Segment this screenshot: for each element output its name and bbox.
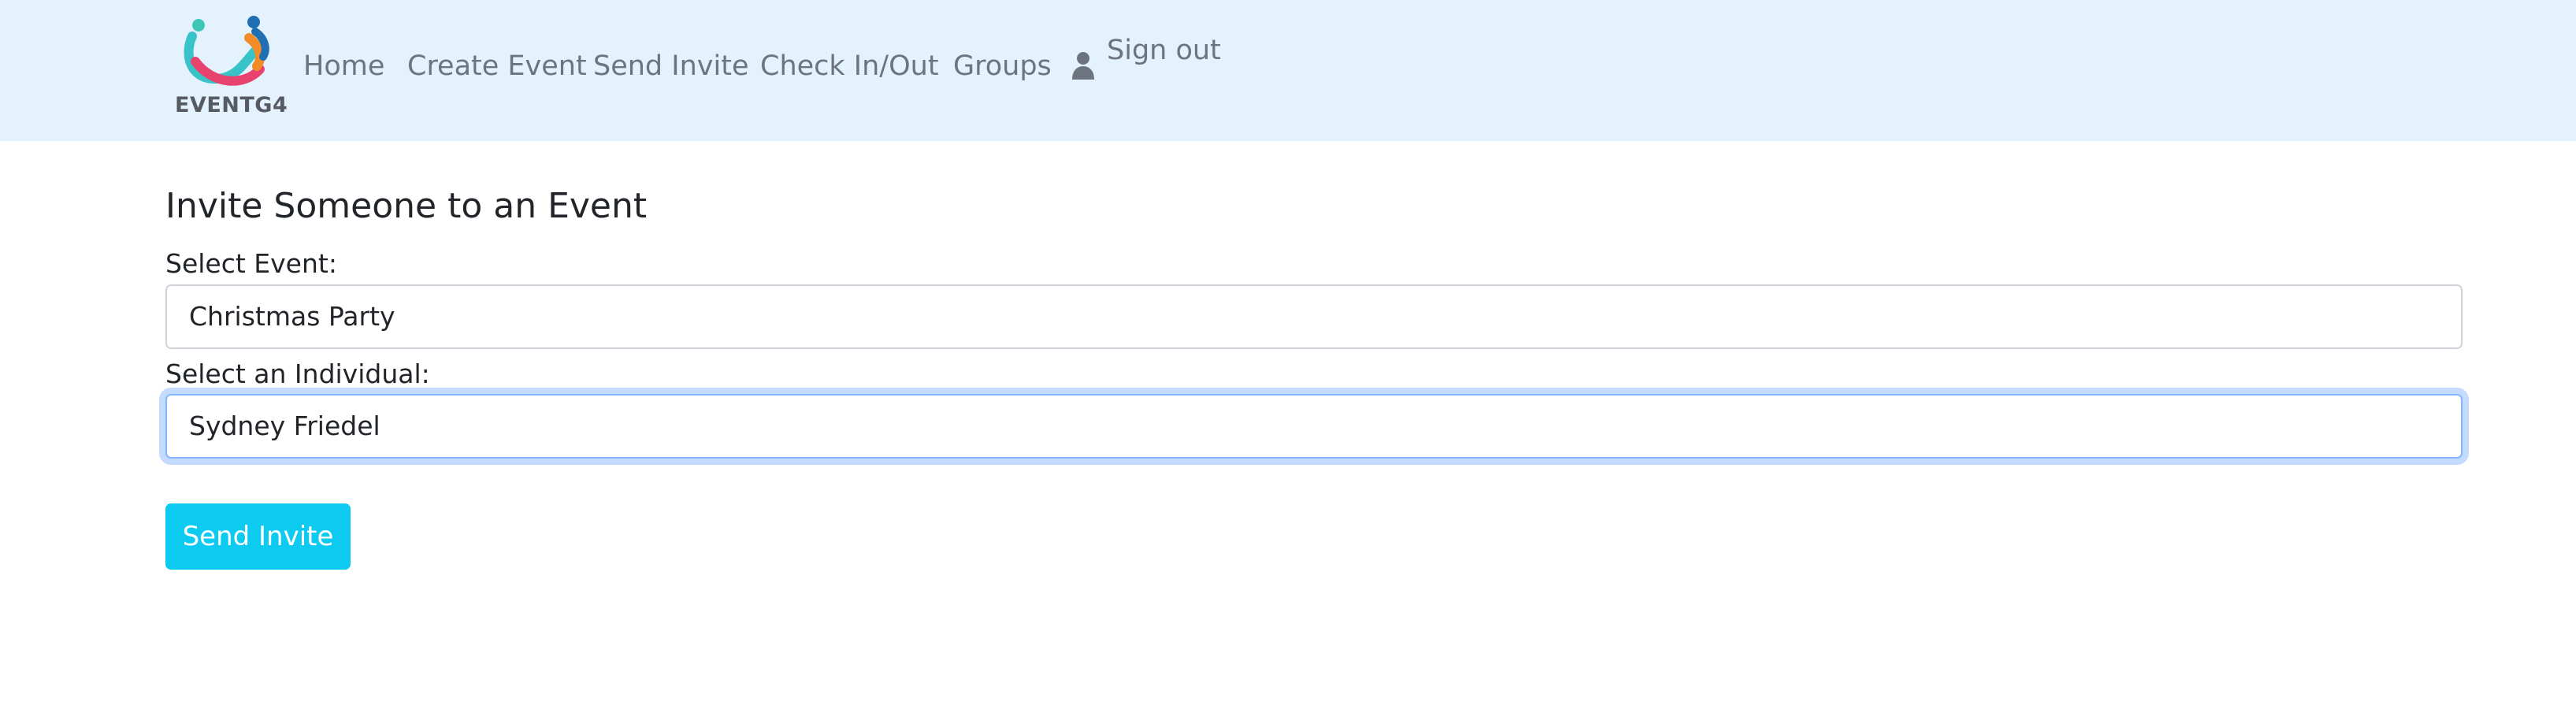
select-individual-field[interactable]: Sydney Friedel: [165, 394, 2463, 459]
nav-item-send-invite[interactable]: Send Invite: [593, 49, 748, 84]
send-invite-button[interactable]: Send Invite: [165, 503, 351, 570]
sign-out-link[interactable]: Sign out: [1107, 33, 1221, 68]
select-event-field[interactable]: Christmas Party: [165, 284, 2463, 349]
user-icon: [1072, 52, 1094, 80]
nav-item-groups[interactable]: Groups: [953, 49, 1052, 84]
nav-item-check-in-out[interactable]: Check In/Out: [760, 49, 939, 84]
select-individual-label: Select an Individual:: [165, 358, 430, 389]
page-title: Invite Someone to an Event: [165, 186, 648, 226]
nav-item-create-event[interactable]: Create Event: [407, 49, 587, 84]
navbar: EVENTG4 Home Create Event Send Invite Ch…: [0, 0, 2576, 141]
brand[interactable]: EVENTG4: [175, 14, 288, 124]
brand-name: EVENTG4: [175, 93, 288, 117]
nav-item-home[interactable]: Home: [303, 49, 384, 84]
people-embrace-logo-icon: [184, 16, 269, 86]
select-event-label: Select Event:: [165, 248, 337, 279]
